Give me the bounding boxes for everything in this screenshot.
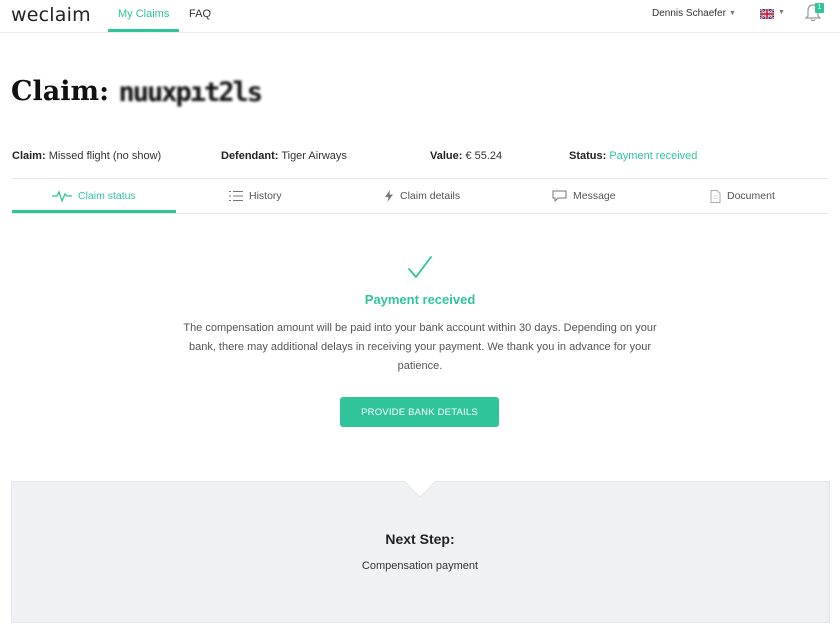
info-label: Status: <box>569 150 607 162</box>
user-name: Dennis Schaefer <box>652 8 726 19</box>
panel-notch <box>404 481 436 498</box>
info-value: Value: € 55.24 <box>430 150 502 162</box>
notification-badge: 1 <box>815 3 824 13</box>
info-value: Tiger Airways <box>281 150 347 162</box>
info-claim-type: Claim: Missed flight (no show) <box>12 150 161 162</box>
status-title: Payment received <box>364 292 476 307</box>
checkmark-icon <box>408 256 432 278</box>
info-defendant: Defendant: Tiger Airways <box>221 150 347 162</box>
status-badge: Payment received <box>609 150 698 162</box>
info-label: Defendant: <box>221 150 279 162</box>
info-value-amount: € 55.24 <box>465 150 503 162</box>
logo[interactable]: weclaim <box>11 4 91 26</box>
uk-flag-icon[interactable] <box>760 9 774 19</box>
next-step-text: Compensation payment <box>361 560 479 572</box>
next-step-panel <box>11 481 830 623</box>
page-title: Claim: nuuxpıt2ls <box>11 76 263 108</box>
provide-bank-details-button[interactable]: PROVIDE BANK DETAILS <box>340 397 499 427</box>
document-icon <box>710 189 721 203</box>
pulse-icon <box>52 190 72 202</box>
tab-history[interactable]: History <box>229 179 282 213</box>
tab-label: History <box>249 190 282 202</box>
next-step-title: Next Step: <box>385 531 455 547</box>
title-prefix: Claim: <box>11 76 110 107</box>
nav-my-claims[interactable]: My Claims <box>118 8 169 20</box>
tab-label: Claim status <box>78 190 136 202</box>
info-value: Missed flight (no show) <box>48 150 162 162</box>
claim-tabs: Claim status History Claim details Messa… <box>12 178 828 214</box>
claim-id-obscured: nuuxpıt2ls <box>118 77 263 108</box>
tab-document[interactable]: Document <box>710 179 775 213</box>
top-navigation: weclaim My Claims FAQ Dennis Schaefer ▼ ▼… <box>0 0 840 33</box>
tab-claim-status[interactable]: Claim status <box>52 179 136 213</box>
nav-faq[interactable]: FAQ <box>189 8 211 20</box>
info-status: Status: Payment received <box>569 150 697 162</box>
tab-label: Claim details <box>400 190 461 202</box>
tab-active-indicator <box>12 210 176 213</box>
chat-icon <box>552 190 567 202</box>
language-chevron-down-icon[interactable]: ▼ <box>778 9 785 16</box>
user-menu[interactable]: Dennis Schaefer ▼ <box>652 8 736 19</box>
tab-claim-details[interactable]: Claim details <box>384 179 460 213</box>
nav-active-indicator <box>108 29 179 32</box>
info-label: Claim: <box>12 150 46 162</box>
info-label: Value: <box>430 150 463 162</box>
tab-label: Message <box>573 190 616 202</box>
tab-label: Document <box>727 190 775 202</box>
list-icon <box>229 191 243 201</box>
bolt-icon <box>385 190 393 202</box>
chevron-down-icon: ▼ <box>728 10 736 17</box>
status-description: The compensation amount will be paid int… <box>183 322 657 372</box>
tab-message[interactable]: Message <box>552 179 616 213</box>
